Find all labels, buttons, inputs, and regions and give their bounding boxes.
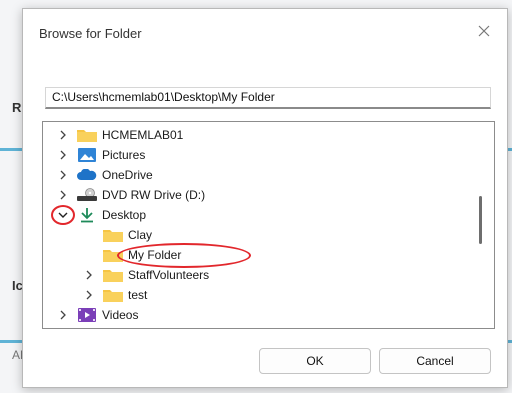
tree-item-videos[interactable]: Videos — [55, 305, 138, 325]
tree-item-test[interactable]: test — [81, 285, 147, 305]
chevron-right-icon[interactable] — [81, 270, 97, 280]
videos-icon — [77, 307, 97, 323]
browse-for-folder-dialog: Browse for Folder C:\Users\hcmemlab01\De… — [22, 8, 508, 388]
folder-tree[interactable]: HCMEMLAB01 Pictures OneDrive DVD RW Driv… — [42, 121, 495, 329]
chevron-right-icon[interactable] — [55, 170, 71, 180]
chevron-right-icon[interactable] — [55, 150, 71, 160]
tree-item-pictures[interactable]: Pictures — [55, 145, 145, 165]
folder-icon — [103, 227, 123, 243]
dvd-drive-icon — [77, 187, 97, 203]
tree-item-label: Pictures — [102, 148, 146, 162]
folder-icon — [103, 267, 123, 283]
annotation-circle-my-folder — [117, 243, 251, 268]
tree-item-label: Desktop — [102, 208, 147, 222]
tree-item-label: Videos — [102, 308, 139, 322]
cloud-icon — [77, 167, 97, 183]
tree-item-onedrive[interactable]: OneDrive — [55, 165, 153, 185]
close-button[interactable] — [471, 19, 497, 43]
chevron-right-icon[interactable] — [55, 130, 71, 140]
cancel-button[interactable]: Cancel — [379, 348, 491, 374]
tree-item-dvd-drive[interactable]: DVD RW Drive (D:) — [55, 185, 205, 205]
tree-item-label: DVD RW Drive (D:) — [102, 188, 206, 202]
folder-path-field[interactable]: C:\Users\hcmemlab01\Desktop\My Folder — [45, 87, 491, 109]
ok-button[interactable]: OK — [259, 348, 371, 374]
close-icon — [478, 25, 490, 37]
chevron-right-icon[interactable] — [81, 290, 97, 300]
tree-item-label: OneDrive — [102, 168, 153, 182]
tree-item-hcmemlab01[interactable]: HCMEMLAB01 — [55, 125, 183, 145]
folder-icon — [77, 127, 97, 143]
tree-item-staffvolunteers[interactable]: StaffVolunteers — [81, 265, 209, 285]
folder-icon — [103, 287, 123, 303]
tree-item-clay[interactable]: Clay — [97, 225, 152, 245]
background-label: R — [12, 100, 22, 115]
tree-item-label: test — [128, 288, 148, 302]
download-arrow-icon — [77, 207, 97, 223]
pictures-icon — [77, 147, 97, 163]
tree-item-label: StaffVolunteers — [128, 268, 210, 282]
tree-scrollbar[interactable] — [479, 196, 482, 244]
tree-item-label: Clay — [128, 228, 153, 242]
dialog-title: Browse for Folder — [39, 26, 142, 41]
chevron-right-icon[interactable] — [55, 310, 71, 320]
annotation-circle-desktop-chevron — [51, 205, 75, 225]
tree-item-label: HCMEMLAB01 — [102, 128, 184, 142]
chevron-right-icon[interactable] — [55, 190, 71, 200]
